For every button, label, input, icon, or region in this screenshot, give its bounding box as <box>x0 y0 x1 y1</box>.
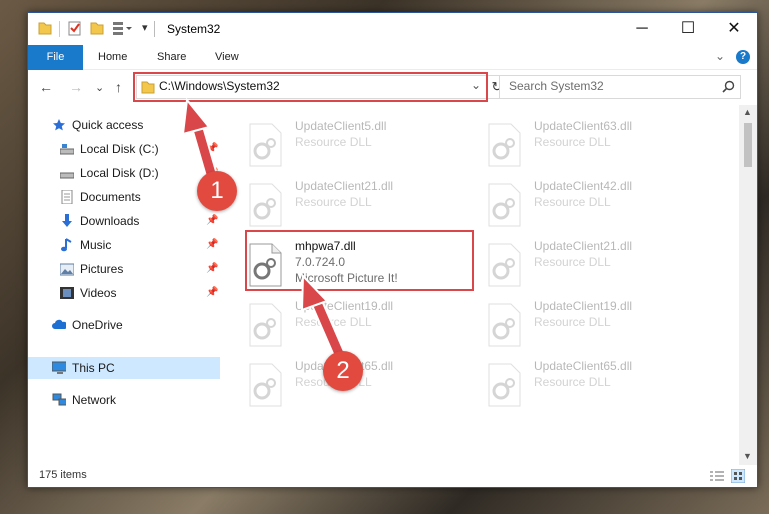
annotation-arrows <box>181 97 347 363</box>
step-2-badge: 2 <box>323 351 363 391</box>
step-1-badge: 1 <box>197 171 237 211</box>
arrow-2 <box>300 273 347 363</box>
